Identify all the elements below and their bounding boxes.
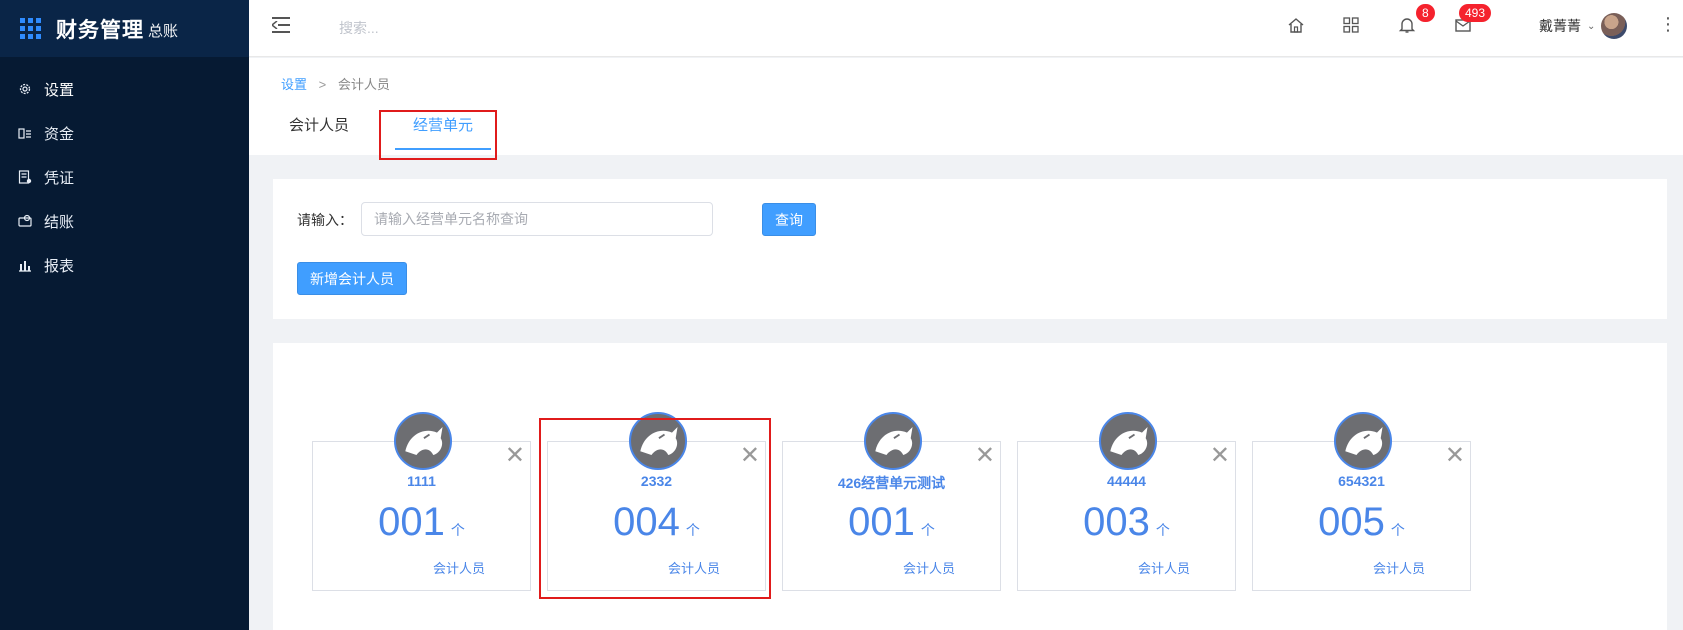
rhino-logo-icon bbox=[394, 412, 452, 470]
accountant-count: 003 个 bbox=[1083, 500, 1170, 544]
voucher-icon bbox=[18, 170, 32, 184]
menu-toggle-icon[interactable] bbox=[272, 16, 292, 34]
user-name: 戴菁菁 bbox=[1539, 18, 1581, 34]
report-icon bbox=[18, 258, 32, 272]
role-label: 会计人员 bbox=[903, 561, 956, 576]
sidebar-item-checkout[interactable]: 结账 bbox=[0, 199, 249, 243]
avatar[interactable] bbox=[1601, 13, 1628, 39]
more-vertical-icon[interactable]: ⋮ bbox=[1659, 14, 1677, 35]
sidebar-item-label: 报表 bbox=[44, 257, 75, 275]
search-label: 请输入： bbox=[297, 212, 353, 228]
sidebar-item-funds[interactable]: 资金 bbox=[0, 111, 249, 155]
brand: 财务管理 总账 bbox=[0, 0, 249, 57]
page-topbar: 设置 > 会计人员 会计人员 经营单元 bbox=[249, 58, 1683, 155]
checkout-icon bbox=[18, 214, 32, 228]
sidebar-item-label: 资金 bbox=[44, 125, 75, 143]
global-search-input[interactable] bbox=[339, 14, 639, 42]
sidebar-item-voucher[interactable]: 凭证 bbox=[0, 155, 249, 199]
rhino-logo-icon bbox=[864, 412, 922, 470]
tab-business-units[interactable]: 经营单元 bbox=[394, 114, 492, 154]
unit-name: 1111 bbox=[407, 473, 436, 489]
bell-icon[interactable] bbox=[1398, 16, 1416, 34]
notification-badge: 8 bbox=[1416, 4, 1435, 22]
breadcrumb-separator: > bbox=[318, 77, 327, 92]
close-icon[interactable]: ✕ bbox=[1445, 444, 1465, 468]
sidebar-item-settings[interactable]: 设置 bbox=[0, 67, 249, 111]
home-icon[interactable] bbox=[1287, 16, 1305, 34]
sidebar-item-label: 设置 bbox=[44, 81, 75, 99]
search-panel: 请输入： 查询 新增会计人员 bbox=[273, 179, 1667, 319]
close-icon[interactable]: ✕ bbox=[975, 444, 995, 468]
chevron-down-icon: ⌄ bbox=[1587, 20, 1596, 32]
message-badge: 493 bbox=[1459, 4, 1492, 22]
brand-title: 财务管理 bbox=[56, 18, 144, 42]
user-menu[interactable]: 戴菁菁 ⌄ bbox=[1539, 13, 1628, 39]
funds-icon bbox=[18, 126, 32, 140]
unit-name: 44444 bbox=[1107, 473, 1146, 489]
accountant-count: 005 个 bbox=[1318, 500, 1405, 544]
close-icon[interactable]: ✕ bbox=[505, 444, 525, 468]
role-label: 会计人员 bbox=[433, 561, 486, 576]
app-grid-icon[interactable] bbox=[20, 17, 42, 40]
tab-accountants[interactable]: 会计人员 bbox=[289, 114, 349, 154]
top-header: 8 493 戴菁菁 ⌄ ⋮ bbox=[249, 0, 1683, 57]
query-button[interactable]: 查询 bbox=[762, 203, 816, 236]
breadcrumb-root-link[interactable]: 设置 bbox=[281, 77, 307, 92]
role-label: 会计人员 bbox=[1138, 561, 1191, 576]
sidebar-item-report[interactable]: 报表 bbox=[0, 243, 249, 287]
unit-name: 426经营单元测试 bbox=[837, 475, 946, 491]
rhino-logo-icon bbox=[1334, 412, 1392, 470]
close-icon[interactable]: ✕ bbox=[1210, 444, 1230, 468]
sidebar-item-label: 凭证 bbox=[44, 169, 75, 187]
breadcrumb-current: 会计人员 bbox=[337, 77, 390, 92]
sidebar-item-label: 结账 bbox=[44, 213, 75, 231]
brand-subtitle: 总账 bbox=[148, 23, 179, 40]
rhino-logo-icon bbox=[629, 412, 687, 470]
breadcrumb: 设置 > 会计人员 bbox=[281, 74, 390, 93]
close-icon[interactable]: ✕ bbox=[740, 444, 760, 468]
unit-name: 2332 bbox=[640, 473, 673, 489]
unit-name: 654321 bbox=[1338, 473, 1385, 489]
accountant-count: 001 个 bbox=[378, 500, 465, 544]
apps-icon[interactable] bbox=[1342, 16, 1360, 34]
sidebar: 财务管理 总账 设置 资金 凭证 结账 报表 bbox=[0, 0, 249, 630]
rhino-logo-icon bbox=[1099, 412, 1157, 470]
accountant-count: 001 个 bbox=[848, 500, 935, 544]
role-label: 会计人员 bbox=[668, 561, 721, 576]
accountant-count: 004 个 bbox=[613, 500, 700, 544]
unit-cards-panel: ✕ 1111 001 个 会计人员 ✕ 2332 004 个 会计人员 ✕ 426经… bbox=[273, 343, 1667, 630]
sidebar-menu: 设置 资金 凭证 结账 报表 bbox=[0, 67, 249, 287]
gear-icon bbox=[18, 82, 32, 96]
unit-name-search-input[interactable] bbox=[361, 202, 713, 236]
role-label: 会计人员 bbox=[1373, 561, 1426, 576]
add-accountant-button[interactable]: 新增会计人员 bbox=[297, 262, 407, 295]
